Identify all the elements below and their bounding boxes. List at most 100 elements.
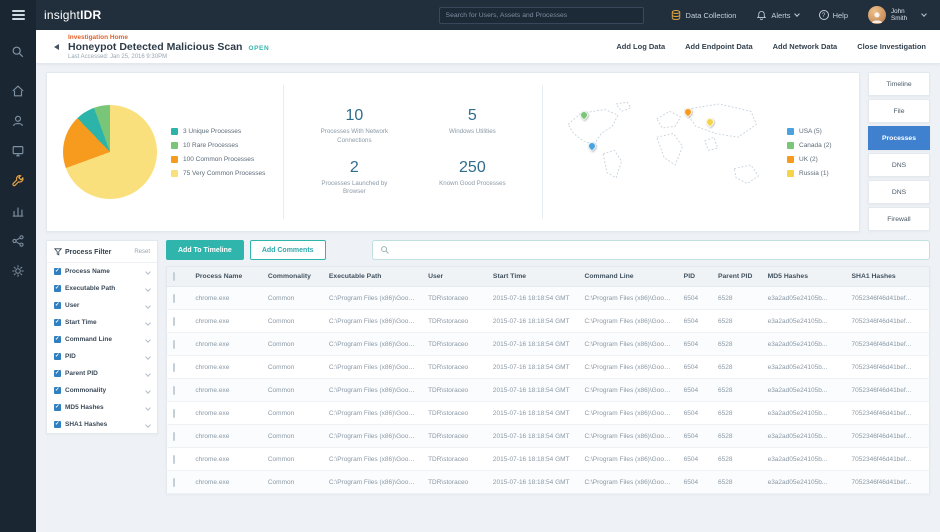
nav-alerts[interactable]: Alerts	[756, 10, 798, 21]
nav-data-collection[interactable]: Data Collection	[670, 9, 737, 21]
global-search-input[interactable]	[439, 7, 644, 24]
filter-item[interactable]: Executable Path	[47, 280, 157, 297]
side-tab[interactable]: Timeline	[868, 72, 930, 96]
table-row[interactable]: chrome.exe Common C:\Program Files (x86)…	[167, 448, 930, 471]
table-row[interactable]: chrome.exe Common C:\Program Files (x86)…	[167, 333, 930, 356]
filter-item[interactable]: User	[47, 297, 157, 314]
legend-label: UK (2)	[799, 156, 818, 163]
row-checkbox[interactable]	[173, 340, 175, 349]
side-tab[interactable]: File	[868, 99, 930, 123]
stat-label: Windows Utilities	[430, 128, 514, 136]
filter-item[interactable]: SHA1 Hashes	[47, 416, 157, 433]
column-header[interactable]: Start Time	[487, 267, 579, 287]
side-tab[interactable]: Processes	[868, 126, 930, 150]
cell-md5: e3a2ad05e24105b...	[762, 333, 846, 356]
table-row[interactable]: chrome.exe Common C:\Program Files (x86)…	[167, 287, 930, 310]
table-row[interactable]: chrome.exe Common C:\Program Files (x86)…	[167, 356, 930, 379]
reports-chart-icon[interactable]	[4, 197, 32, 224]
user-icon[interactable]	[4, 107, 32, 134]
cell-parent-pid: 6528	[712, 471, 762, 494]
column-header[interactable]: Executable Path	[323, 267, 422, 287]
checkbox-checked-icon[interactable]	[54, 404, 61, 411]
checkbox-checked-icon[interactable]	[54, 319, 61, 326]
filter-item-label: Executable Path	[65, 285, 115, 292]
column-header[interactable]: User	[422, 267, 487, 287]
header-action-button[interactable]: Close Investigation	[857, 42, 926, 51]
checkbox-checked-icon[interactable]	[54, 302, 61, 309]
search-icon[interactable]	[4, 38, 32, 65]
table-row[interactable]: chrome.exe Common C:\Program Files (x86)…	[167, 310, 930, 333]
column-header[interactable]: Commonality	[262, 267, 323, 287]
stat-value: 10	[312, 107, 396, 125]
table-row[interactable]: chrome.exe Common C:\Program Files (x86)…	[167, 425, 930, 448]
table-row[interactable]: chrome.exe Common C:\Program Files (x86)…	[167, 379, 930, 402]
filter-item[interactable]: PID	[47, 348, 157, 365]
row-checkbox[interactable]	[173, 409, 175, 418]
filter-item[interactable]: Process Name	[47, 263, 157, 280]
cell-checkbox	[167, 471, 190, 494]
row-checkbox[interactable]	[173, 363, 175, 372]
checkbox-checked-icon[interactable]	[54, 421, 61, 428]
breadcrumb[interactable]: Investigation Home	[68, 34, 269, 41]
checkbox-checked-icon[interactable]	[54, 387, 61, 394]
hamburger-menu-icon[interactable]	[0, 0, 36, 30]
header-action-button[interactable]: Add Network Data	[773, 42, 838, 51]
table-row[interactable]: chrome.exe Common C:\Program Files (x86)…	[167, 471, 930, 494]
last-accessed: Last Accessed: Jan 25, 2016 9:30PM	[68, 54, 269, 60]
filter-item[interactable]: MD5 Hashes	[47, 399, 157, 416]
home-icon[interactable]	[4, 77, 32, 104]
checkbox-checked-icon[interactable]	[54, 353, 61, 360]
chevron-down-icon	[145, 405, 151, 411]
header-action-button[interactable]: Add Log Data	[616, 42, 665, 51]
investigations-wrench-icon[interactable]	[4, 167, 32, 194]
checkbox-checked-icon[interactable]	[54, 370, 61, 377]
row-checkbox[interactable]	[173, 386, 175, 395]
cell-pid: 6504	[678, 310, 712, 333]
chevron-down-icon	[145, 286, 151, 292]
data-collection-label: Data Collection	[686, 11, 737, 20]
back-button[interactable]	[50, 39, 62, 55]
row-checkbox[interactable]	[173, 478, 175, 487]
filter-item[interactable]: Commonality	[47, 382, 157, 399]
add-to-timeline-button[interactable]: Add To Timeline	[166, 240, 244, 260]
side-tab[interactable]: Firewall	[868, 207, 930, 231]
checkbox-checked-icon[interactable]	[54, 336, 61, 343]
cell-start-time: 2015-07-16 18:18:54 GMT	[487, 379, 579, 402]
pie-legend-item: 3 Unique Processes	[171, 128, 265, 135]
table-row[interactable]: chrome.exe Common C:\Program Files (x86)…	[167, 402, 930, 425]
nav-help[interactable]: Help	[819, 10, 848, 20]
endpoint-monitor-icon[interactable]	[4, 137, 32, 164]
row-checkbox[interactable]	[173, 455, 175, 464]
cell-user: TDR\storaceo	[422, 287, 487, 310]
column-header[interactable]: PID	[678, 267, 712, 287]
column-header[interactable]: Parent PID	[712, 267, 762, 287]
checkbox-checked-icon[interactable]	[54, 285, 61, 292]
header-action-button[interactable]: Add Endpoint Data	[685, 42, 753, 51]
filter-item[interactable]: Start Time	[47, 314, 157, 331]
side-tab[interactable]: DNS	[868, 153, 930, 177]
side-tab[interactable]: DNS	[868, 180, 930, 204]
row-checkbox[interactable]	[173, 294, 175, 303]
filter-reset-button[interactable]: Reset	[134, 249, 150, 255]
filter-item[interactable]: Command Line	[47, 331, 157, 348]
add-comments-button[interactable]: Add Comments	[250, 240, 326, 260]
row-checkbox[interactable]	[173, 317, 175, 326]
user-menu[interactable]: John Smith	[868, 6, 926, 24]
world-map-svg	[557, 91, 779, 213]
table-search-input[interactable]	[395, 247, 922, 254]
row-checkbox[interactable]	[173, 432, 175, 441]
network-nodes-icon[interactable]	[4, 227, 32, 254]
cell-process-name: chrome.exe	[189, 310, 261, 333]
column-header[interactable]: SHA1 Hashes	[846, 267, 930, 287]
cell-process-name: chrome.exe	[189, 448, 261, 471]
checkbox-checked-icon[interactable]	[54, 268, 61, 275]
filter-item-label: MD5 Hashes	[65, 404, 104, 411]
cell-pid: 6504	[678, 448, 712, 471]
cell-commonality: Common	[262, 471, 323, 494]
column-header[interactable]: MD5 Hashes	[762, 267, 846, 287]
select-all-checkbox[interactable]	[173, 272, 175, 281]
column-header[interactable]: Process Name	[189, 267, 261, 287]
filter-item[interactable]: Parent PID	[47, 365, 157, 382]
column-header[interactable]: Command Line	[578, 267, 677, 287]
settings-gear-icon[interactable]	[4, 257, 32, 284]
